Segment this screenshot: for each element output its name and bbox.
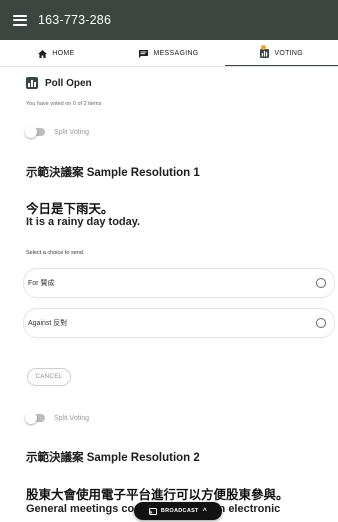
tab-voting[interactable]: VOTING — [225, 40, 338, 67]
tabs-divider — [0, 66, 338, 67]
broadcast-label: BROADCAST — [160, 508, 199, 514]
poll-status-icon — [26, 77, 38, 89]
split-voting-toggle-1[interactable]: Split Voting — [25, 126, 90, 138]
poll-status: Poll Open — [45, 77, 92, 89]
home-icon — [38, 49, 48, 58]
poll-icon — [260, 49, 270, 58]
tab-messaging[interactable]: MESSAGING — [113, 40, 226, 67]
cancel-button[interactable]: CANCEL — [27, 368, 71, 386]
resolution-title-1: 示範決議案 Sample Resolution 1 — [26, 167, 200, 179]
tab-messaging-label: MESSAGING — [153, 50, 199, 57]
choice-for-radio[interactable] — [316, 278, 326, 288]
chevron-up-icon: ^ — [202, 507, 208, 515]
broadcast-button[interactable]: BROADCAST ^ — [134, 502, 222, 520]
resolution-question-en-1: It is a rainy day today. — [26, 216, 141, 228]
resolution-question-zh-2: 股東大會使用電子平台進行可以方便股東參與。 — [26, 488, 289, 502]
voted-progress-note: You have voted on 0 of 2 items — [26, 101, 102, 107]
choice-for-label: For 贊成 — [28, 280, 55, 287]
resolution-title-2: 示範決議案 Sample Resolution 2 — [26, 452, 200, 464]
select-choice-note: Select a choice to send. — [26, 250, 85, 256]
choice-against-label: Against 反對 — [28, 320, 68, 327]
tab-home-label: HOME — [52, 50, 75, 57]
poll-header: Poll Open — [26, 77, 92, 89]
resolution-question-zh-1: 今日是下雨天。 — [26, 202, 114, 216]
meeting-id: 163-773-286 — [38, 13, 112, 27]
tab-voting-label: VOTING — [274, 50, 303, 57]
split-voting-switch[interactable] — [25, 126, 45, 138]
split-voting-label: Split Voting — [54, 128, 90, 136]
choice-for[interactable]: For 贊成 — [23, 268, 335, 298]
cast-icon — [148, 507, 157, 515]
menu-icon[interactable] — [13, 14, 27, 26]
split-voting-switch[interactable] — [25, 412, 45, 424]
top-bar: 163-773-286 — [0, 0, 338, 40]
split-voting-label: Split Voting — [54, 414, 90, 422]
split-voting-toggle-2[interactable]: Split Voting — [25, 412, 90, 424]
tab-home[interactable]: HOME — [0, 40, 113, 67]
choice-against[interactable]: Against 反對 — [23, 308, 335, 338]
choice-against-radio[interactable] — [316, 318, 326, 328]
tab-bar: HOME MESSAGING VOTING — [0, 40, 338, 67]
chat-icon — [139, 49, 149, 58]
